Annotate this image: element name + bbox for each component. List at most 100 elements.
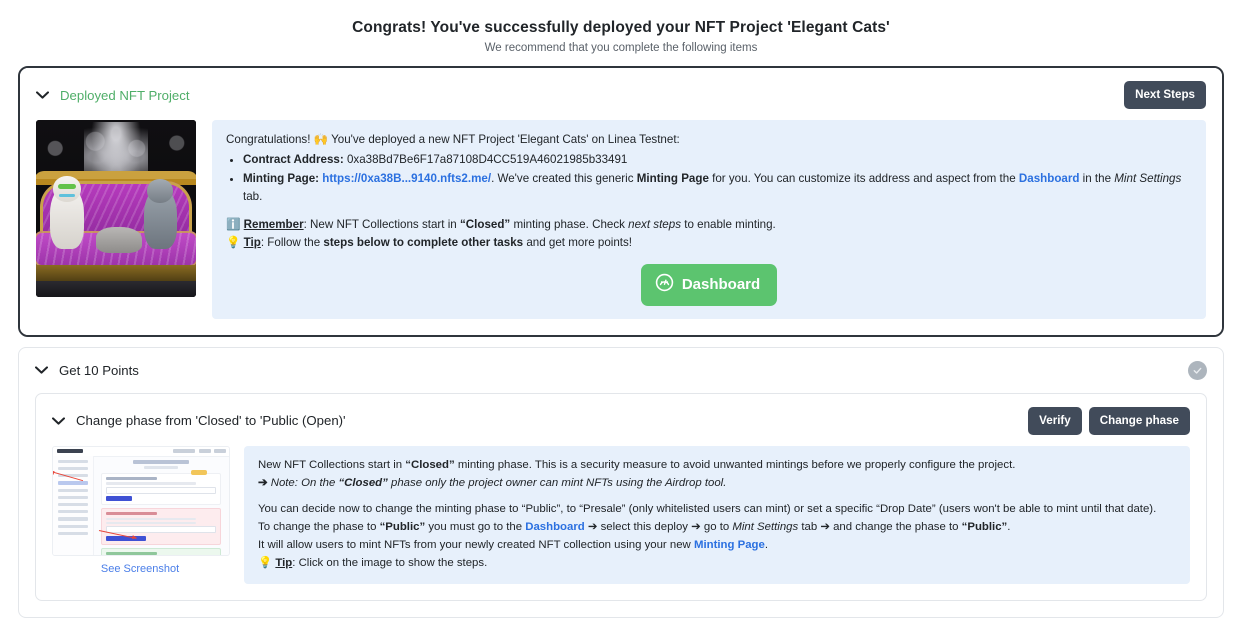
phase-paragraph-3: You can decide now to change the minting… <box>258 502 1157 515</box>
p1-text-2: minting phase. This is a security measur… <box>454 458 1016 471</box>
lightbulb-emoji: 💡 <box>226 235 241 249</box>
shot-main <box>93 456 229 555</box>
p4-text-1: To change the phase to <box>258 520 380 533</box>
check-circle-icon <box>1188 360 1207 380</box>
shot-badge <box>191 469 207 475</box>
deployed-project-title: Deployed NFT Project <box>60 87 190 103</box>
dashboard-link-2[interactable]: Dashboard <box>525 521 585 533</box>
arrow-right-icon-2: ➔ <box>687 520 704 533</box>
deployed-project-card: Deployed NFT Project Next Steps Congratu… <box>18 66 1224 337</box>
gauge-icon <box>655 273 674 296</box>
dashboard-button-label: Dashboard <box>681 275 761 293</box>
deployment-info-callout: Congratulations! 🙌 You've deployed a new… <box>212 120 1206 319</box>
deployed-project-header[interactable]: Deployed NFT Project Next Steps <box>20 68 1222 120</box>
shot-input <box>106 486 216 494</box>
p2-italic-1: Note: On the <box>267 476 339 489</box>
p2-bold-closed: “Closed” <box>338 476 388 489</box>
phase-tip-text: : Click on the image to show the steps. <box>292 556 488 569</box>
points-title: Get 10 Points <box>59 362 139 378</box>
tip-text-1: : Follow the <box>260 235 324 249</box>
shot-side-row <box>58 502 88 507</box>
verify-button[interactable]: Verify <box>1028 406 1082 435</box>
phase-paragraph-1: New NFT Collections start in “Closed” mi… <box>258 456 1176 474</box>
change-phase-header[interactable]: Change phase from 'Closed' to 'Public (O… <box>36 394 1206 446</box>
dashboard-link-1[interactable]: Dashboard <box>1019 172 1080 185</box>
p5-text-1: It will allow users to mint NFTs from yo… <box>258 538 694 551</box>
arrow-right-icon-3: ➔ <box>817 520 834 533</box>
next-steps-button[interactable]: Next Steps <box>1124 81 1206 109</box>
shot-topright-1 <box>173 449 195 454</box>
intro-line: Congratulations! 🙌 You've deployed a new… <box>226 131 1192 149</box>
list-item-contract-address: Contract Address: 0xa38Bd7Be6F17a87108D4… <box>243 151 1192 169</box>
nft-floor <box>36 281 196 297</box>
intro-text-after: You've deployed a new NFT Project 'Elega… <box>328 133 680 146</box>
remember-bold-closed: “Closed” <box>459 217 511 231</box>
points-header[interactable]: Get 10 Points <box>19 348 1223 391</box>
change-phase-button[interactable]: Change phase <box>1088 406 1190 435</box>
page-subtitle: We recommend that you complete the follo… <box>484 42 758 54</box>
points-status-wrap <box>1188 360 1207 380</box>
p4-text-2: you must go to the <box>425 520 526 533</box>
change-phase-card: Change phase from 'Closed' to 'Public (O… <box>35 392 1207 601</box>
list-item-minting-page: Minting Page: https://0xa38B...9140.nfts… <box>243 170 1192 206</box>
shot-side-row-active <box>58 481 88 485</box>
minting-text-2: for you. You can customize its address a… <box>708 171 1019 185</box>
remember-text-1: : New NFT Collections start in <box>303 217 460 231</box>
deployed-project-panel: Deployed NFT Project Next Steps Congratu… <box>20 68 1222 335</box>
shot-subheading <box>144 465 178 469</box>
see-screenshot-link[interactable]: See Screenshot <box>52 563 228 575</box>
tip-bold: steps below to complete other tasks <box>323 235 524 249</box>
nft-artwork-thumbnail[interactable] <box>36 120 196 297</box>
points-card: Get 10 Points Change phase from 'Closed'… <box>18 346 1224 618</box>
cat-gray <box>96 227 142 253</box>
shot-side-row <box>58 524 88 528</box>
screenshot-thumbnail-wrap: See Screenshot <box>52 445 230 575</box>
remember-text-2: minting phase. Check <box>510 217 629 231</box>
p1-bold-closed: “Closed” <box>405 458 455 471</box>
dashboard-button-row: Dashboard <box>226 263 1192 306</box>
info-emoji: ℹ️ <box>226 217 241 231</box>
shot-side-row <box>58 488 88 492</box>
shot-topright-2 <box>199 449 211 454</box>
callout2-gap <box>258 492 1176 500</box>
remember-label: Remember <box>243 217 304 231</box>
p4-bold-public-2: “Public” <box>961 520 1008 533</box>
phase-paragraph-5: It will allow users to mint NFTs from yo… <box>258 536 1176 554</box>
intro-text-before: Congratulations! <box>226 133 314 146</box>
shot-block-success <box>101 547 221 555</box>
shot-logo <box>57 449 83 454</box>
contract-address-value: 0xa38Bd7Be6F17a87108D4CC519A46021985b334… <box>346 152 628 166</box>
change-phase-title: Change phase from 'Closed' to 'Public (O… <box>76 413 346 429</box>
cat-blue <box>144 179 177 249</box>
shot-block-title <box>106 512 157 516</box>
shot-block-title <box>106 551 157 555</box>
shot-side-row <box>58 510 88 514</box>
deployed-project-actions: Next Steps <box>1124 81 1206 109</box>
p5-text-2: . <box>764 538 768 551</box>
dashboard-button[interactable]: Dashboard <box>640 263 778 306</box>
shot-block-title <box>106 476 157 480</box>
contract-address-label: Contract Address: <box>243 152 344 166</box>
page-header: Congrats! You've successfully deployed y… <box>0 0 1242 54</box>
phase-paragraph-4: To change the phase to “Public” you must… <box>258 518 1176 536</box>
minting-page-bold: Minting Page <box>636 171 709 185</box>
p4-italic-mint-settings: Mint Settings <box>732 520 799 533</box>
tip-text-2: and get more points! <box>523 235 633 249</box>
chevron-down-icon[interactable] <box>36 89 49 101</box>
minting-page-link[interactable]: https://0xa38B...9140.nfts2.me/ <box>322 172 491 185</box>
sofa <box>36 171 196 283</box>
shot-block-line <box>106 482 197 485</box>
shot-block-warning <box>101 508 221 545</box>
shot-topright-3 <box>214 449 226 454</box>
chevron-down-icon-phase[interactable] <box>52 415 65 427</box>
p2-italic-2: phase only the project owner can mint NF… <box>387 476 727 489</box>
phase-tip-label: Tip <box>275 556 293 569</box>
shot-side-row <box>58 531 88 535</box>
minting-page-link-2[interactable]: Minting Page <box>694 539 765 551</box>
raising-hands-emoji: 🙌 <box>313 133 329 146</box>
shot-side-row <box>58 495 88 499</box>
dashboard-screenshot-thumbnail[interactable] <box>52 445 230 556</box>
cat-white <box>50 176 84 249</box>
mint-settings-italic: Mint Settings <box>1114 171 1182 185</box>
chevron-down-icon-points[interactable] <box>35 364 48 376</box>
